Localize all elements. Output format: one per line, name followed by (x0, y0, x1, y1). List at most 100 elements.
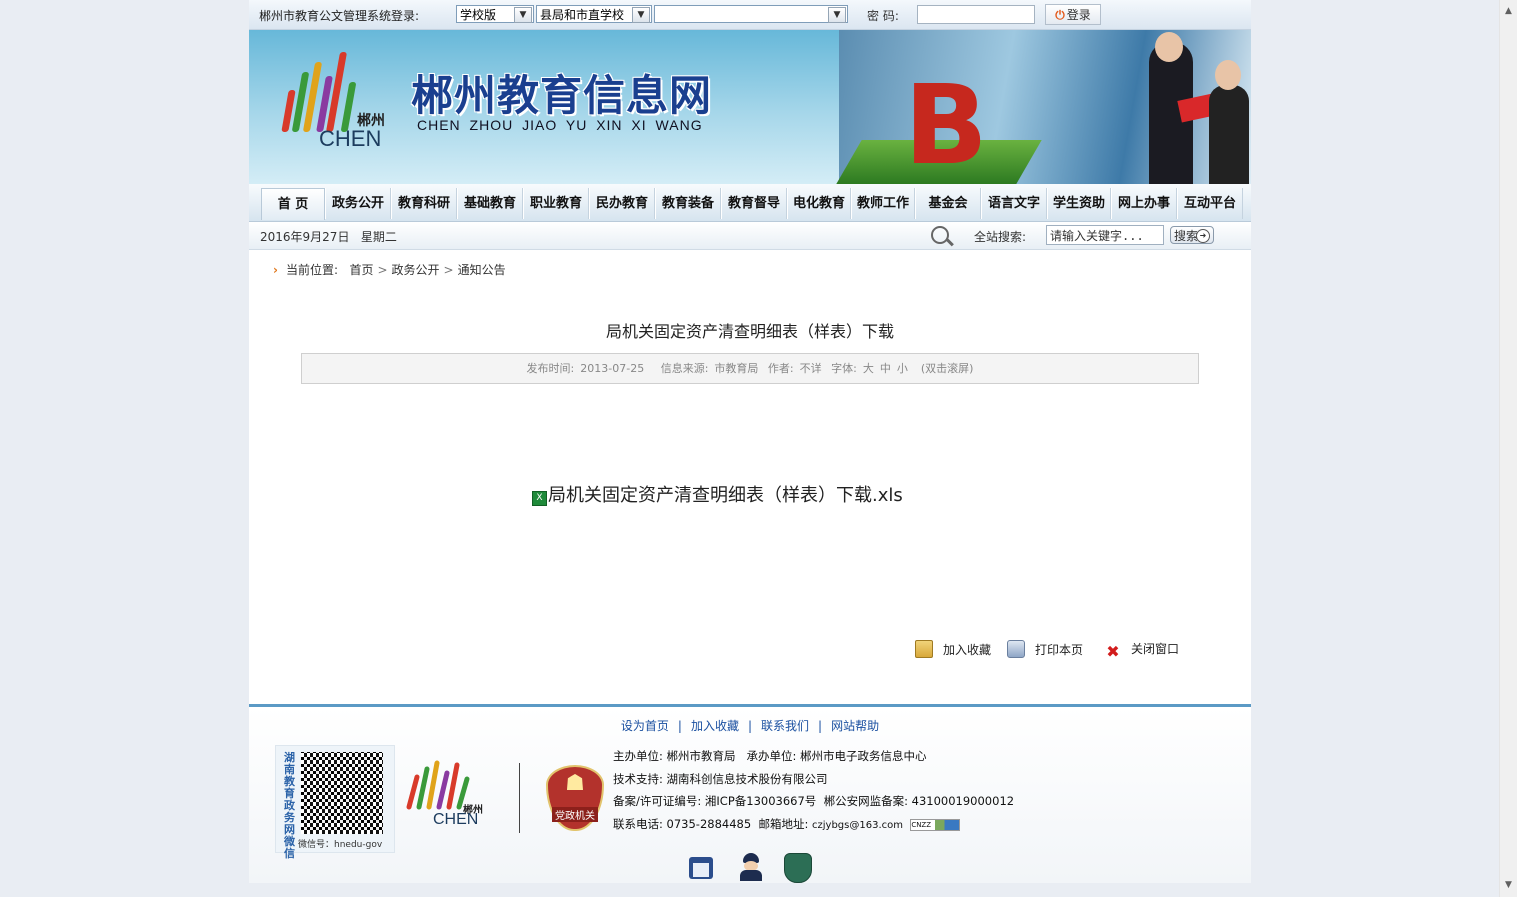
footer-row-contact: 联系电话: 0735-2884485 邮箱地址: czjybgs@163.com… (613, 813, 1014, 838)
print-page-label: 打印本页 (1035, 643, 1084, 657)
search-button-label: 搜索 (1174, 229, 1199, 243)
network-security-shield-icon[interactable] (782, 851, 812, 883)
nav-vocational-education[interactable]: 职业教育 (523, 188, 589, 219)
font-large[interactable]: 大 (863, 362, 874, 375)
footer-email-label: 邮箱地址: (758, 816, 809, 831)
password-label: 密 码: (867, 9, 899, 23)
nav-education-research[interactable]: 教育科研 (391, 188, 457, 219)
footer-logo: 郴州 CHEN (401, 759, 496, 829)
version-select-value: 学校版 (460, 8, 497, 22)
logo-en: CHEN (319, 126, 382, 151)
article-title: 局机关固定资产清查明细表（样表）下载 (605, 322, 894, 341)
footer-row-tech: 技术支持: 湖南科创信息技术股份有限公司 (613, 768, 1014, 791)
footer-link-separator: | (818, 719, 823, 733)
add-favorite-button[interactable]: 加入收藏 (915, 640, 991, 658)
weekday-text: 星期二 (360, 230, 397, 244)
window-scrollbar[interactable]: ▲ ▼ (1499, 0, 1517, 897)
cnzz-stats-badge[interactable]: CNZZ (910, 818, 961, 831)
footer-divider (519, 763, 520, 833)
school-select[interactable]: ▼ (654, 5, 848, 23)
qr-vertical-text: 湖南教育政务网微信 (284, 751, 295, 860)
close-window-button[interactable]: ✖ 关闭窗口 (1105, 640, 1179, 660)
excel-file-icon: X (532, 491, 547, 506)
unit-select[interactable]: 县局和市直学校 ▼ (536, 5, 652, 23)
banner-red-letter: B (904, 61, 988, 184)
chevron-right-icon: > (377, 263, 388, 277)
breadcrumb-notices[interactable]: 通知公告 (458, 263, 506, 277)
footer-police-label: 郴公安网监备案: (823, 794, 908, 808)
login-label: 郴州市教育公文管理系统登录: (259, 9, 420, 23)
nav-basic-education[interactable]: 基础教育 (457, 188, 523, 219)
nav-interaction[interactable]: 互动平台 (1177, 188, 1243, 219)
police-station-icon[interactable] (687, 851, 715, 881)
scroll-down-icon[interactable]: ▼ (1505, 880, 1512, 890)
search-button[interactable]: 搜索 ➜ (1170, 226, 1214, 244)
source: 市教育局 (714, 362, 759, 375)
nav-e-education[interactable]: 电化教育 (787, 188, 851, 219)
nav-private-education[interactable]: 民办教育 (589, 188, 655, 219)
footer-link-add-favorite[interactable]: 加入收藏 (691, 719, 739, 733)
footer-link-contact[interactable]: 联系我们 (761, 719, 809, 733)
nav-teacher-work[interactable]: 教师工作 (851, 188, 915, 219)
party-emblem-icon: ☗ (565, 771, 585, 796)
scroll-up-icon[interactable]: ▲ (1505, 6, 1512, 16)
nav-student-aid[interactable]: 学生资助 (1047, 188, 1111, 219)
nav-education-supervision[interactable]: 教育督导 (721, 188, 787, 219)
font-small[interactable]: 小 (897, 362, 908, 375)
article-meta: 发布时间: 2013-07-25 信息来源: 市教育局 作者: 不详 字体: 大中小 (… (301, 353, 1199, 384)
breadcrumb-government-affairs[interactable]: 政务公开 (392, 263, 440, 277)
font-medium[interactable]: 中 (880, 362, 891, 375)
footer-logo-en: CHEN (433, 811, 479, 828)
site-banner: B 郴州 CHEN 郴州教育信息网 CHEN ZHOU JIAO YU XIN … (249, 30, 1251, 184)
date-text: 2016年9月27日 (260, 230, 350, 244)
nav-education-equipment[interactable]: 教育装备 (655, 188, 721, 219)
footer-phone-label: 联系电话: (613, 816, 663, 831)
nav-foundation[interactable]: 基金会 (915, 188, 981, 219)
author-label: 作者: (767, 362, 794, 375)
date-search-bar: 2016年9月27日 星期二 全站搜索: 请输入关键字... 搜索 ➜ (249, 222, 1251, 250)
party-government-badge[interactable]: ☗ 党政机关 (546, 765, 604, 831)
footer-icp[interactable]: 湘ICP备13003667号 (705, 794, 816, 808)
footer-link-set-home[interactable]: 设为首页 (621, 719, 669, 733)
search-label: 全站搜索: (974, 230, 1027, 244)
font-label: 字体: (831, 362, 857, 375)
breadcrumb-label: 当前位置: (285, 263, 338, 277)
footer-email: czjybgs@163.com (812, 819, 903, 831)
nav-online-service[interactable]: 网上办事 (1111, 188, 1177, 219)
login-button-label: 登录 (1066, 8, 1091, 22)
main-nav: 首 页 政务公开 教育科研 基础教育 职业教育 民办教育 教育装备 教育督导 电… (249, 184, 1251, 222)
close-window-label: 关闭窗口 (1131, 642, 1180, 656)
attachment-link[interactable]: X 局机关固定资产清查明细表（样表）下载.xls (532, 481, 903, 507)
site-subtitle: CHEN ZHOU JIAO YU XIN XI WANG (417, 117, 703, 133)
breadcrumb-home[interactable]: 首页 (349, 263, 373, 277)
version-select[interactable]: 学校版 ▼ (456, 5, 534, 23)
printer-icon (1007, 640, 1025, 658)
bullet-icon: › (273, 263, 278, 277)
nav-language[interactable]: 语言文字 (981, 188, 1047, 219)
footer-link-help[interactable]: 网站帮助 (831, 719, 879, 733)
chevron-down-icon: ▼ (632, 7, 650, 23)
publish-label: 发布时间: (526, 362, 575, 375)
source-label: 信息来源: (660, 362, 709, 375)
arrow-right-icon: ➜ (1196, 229, 1210, 243)
footer-link-separator: | (677, 719, 682, 733)
cyber-police-icon[interactable] (737, 851, 765, 881)
search-icon (931, 226, 949, 244)
attachment-name: 局机关固定资产清查明细表（样表）下载.xls (548, 485, 903, 506)
footer-info: 主办单位: 郴州市教育局 承办单位: 郴州市电子政务信息中心 技术支持: 湖南科… (613, 745, 1014, 837)
password-field[interactable] (917, 5, 1035, 24)
qr-wechat-id: 微信号：hnedu-gov (298, 840, 383, 850)
nav-home[interactable]: 首 页 (261, 188, 325, 220)
page-container: 郴州市教育公文管理系统登录: 学校版 ▼ 县局和市直学校 ▼ ▼ 密 码: ⏻ 登… (249, 0, 1251, 883)
search-input[interactable]: 请输入关键字... (1046, 225, 1164, 245)
unit-select-value: 县局和市直学校 (540, 8, 625, 22)
footer-organizer: 承办单位: 郴州市电子政务信息中心 (746, 749, 927, 763)
wechat-qr-block: 湖南教育政务网微信 微信号：hnedu-gov (275, 745, 395, 860)
nav-government-affairs[interactable]: 政务公开 (325, 188, 391, 219)
site-logo[interactable]: 郴州 CHEN (277, 48, 392, 152)
close-icon: ✖ (1106, 642, 1120, 661)
login-button[interactable]: ⏻ 登录 (1045, 4, 1101, 25)
print-page-button[interactable]: 打印本页 (1007, 640, 1083, 658)
author: 不详 (799, 362, 822, 375)
chevron-down-icon: ▼ (514, 7, 532, 23)
